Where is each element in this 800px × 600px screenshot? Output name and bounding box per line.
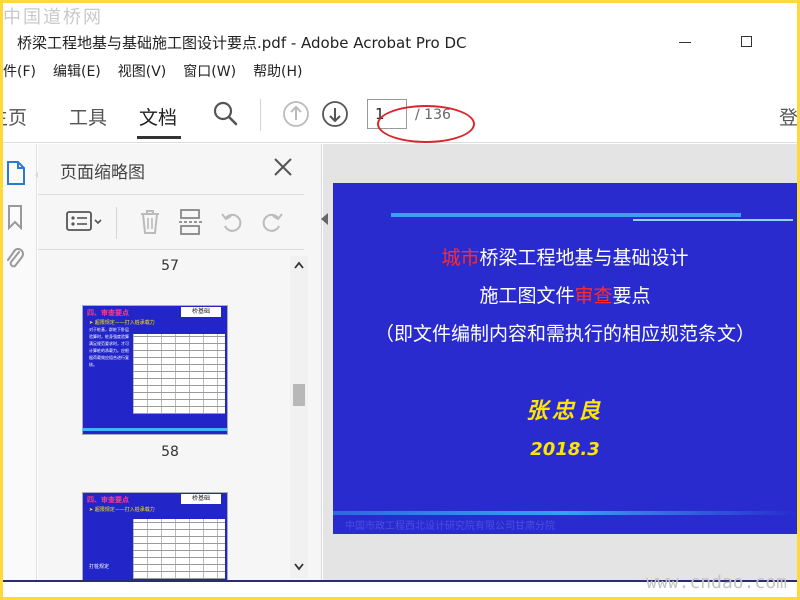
slide-author: 张忠良 bbox=[525, 398, 604, 424]
thumbnail-scrollbar[interactable] bbox=[290, 256, 308, 578]
watermark-bottom-right: www.cndao.com bbox=[646, 572, 787, 593]
thumbnail-table bbox=[133, 519, 225, 579]
previous-page-icon[interactable] bbox=[282, 100, 310, 128]
scroll-thumb[interactable] bbox=[293, 384, 305, 406]
menu-edit[interactable]: 编辑(E) bbox=[53, 61, 101, 85]
menu-bar: 件(F) 编辑(E) 视图(V) 窗口(W) 帮助(H) bbox=[3, 61, 320, 85]
scroll-down-icon[interactable] bbox=[293, 562, 305, 572]
panel-title: 页面缩略图 bbox=[60, 163, 145, 183]
page-thumbnails-panel: 页面缩略图 57 四、审查要点 桥基础 ➤ 超限规定——打入桩承载力 对于桩基，… bbox=[38, 144, 322, 582]
thumbnail-badge: 桥基础 bbox=[181, 307, 221, 317]
slide-title-text: 要点 bbox=[612, 285, 651, 307]
search-icon[interactable] bbox=[211, 99, 239, 127]
menu-file[interactable]: 件(F) bbox=[3, 61, 36, 85]
window-title: 桥梁工程地基与基础施工图设计要点.pdf - Adobe Acrobat Pro… bbox=[17, 34, 467, 52]
maximize-icon[interactable] bbox=[741, 36, 752, 47]
thumbnail-page-59[interactable]: 四、审查要点 桥基础 ➤ 超限规定——打入桩承载力 打桩规定 bbox=[82, 492, 228, 582]
active-tab-indicator bbox=[137, 136, 181, 139]
thumbnail-subtitle: ➤ 超限规定——打入桩承载力 bbox=[89, 320, 155, 326]
scroll-up-icon[interactable] bbox=[293, 260, 305, 270]
thumbnail-badge: 桥基础 bbox=[181, 494, 221, 504]
tab-tools[interactable]: 工具 bbox=[69, 103, 107, 130]
thumbnail-body: 打桩规定 bbox=[89, 564, 110, 570]
thumbnail-subtitle: ➤ 超限规定——打入桩承载力 bbox=[89, 507, 155, 513]
slide-title-line-1: 城市桥梁工程地基与基础设计 bbox=[333, 243, 797, 270]
highlight-ellipse-annotation bbox=[377, 105, 475, 143]
menu-help[interactable]: 帮助(H) bbox=[253, 61, 302, 85]
attachment-icon[interactable] bbox=[5, 246, 25, 272]
thumbnail-toolbar-separator bbox=[116, 207, 117, 239]
menu-view[interactable]: 视图(V) bbox=[118, 61, 167, 85]
slide-page: 城市桥梁工程地基与基础设计 施工图文件审查要点 （即文件编制内容和需执行的相应规… bbox=[333, 183, 797, 534]
slide-title-text: 桥梁工程地基与基础设计 bbox=[479, 247, 689, 269]
slide-title-highlight: 城市 bbox=[441, 247, 480, 269]
close-icon[interactable] bbox=[272, 156, 294, 178]
thumbnail-label: 57 bbox=[161, 258, 179, 274]
slide-title-highlight: 审查 bbox=[574, 285, 613, 307]
rotate-clockwise-icon[interactable] bbox=[260, 210, 284, 234]
slide-decor-line bbox=[633, 219, 793, 221]
thumbnail-page-58[interactable]: 四、审查要点 桥基础 ➤ 超限规定——打入桩承载力 对于桩基，群桩下卧层验算时，… bbox=[82, 305, 228, 435]
toolbar-separator bbox=[260, 99, 261, 131]
thumbnail-table bbox=[133, 334, 225, 414]
page-thumbnails-icon[interactable] bbox=[5, 160, 27, 186]
thumbnail-heading: 四、审查要点 bbox=[87, 496, 129, 504]
extract-page-icon[interactable] bbox=[178, 208, 204, 236]
menu-window[interactable]: 窗口(W) bbox=[183, 61, 236, 85]
app-window: 中国道桥网 桥梁工程地基与基础施工图设计要点.pdf - Adobe Acrob… bbox=[3, 3, 797, 597]
slide-decor-line bbox=[391, 213, 741, 217]
delete-icon[interactable] bbox=[138, 208, 162, 236]
thumbnail-heading: 四、审查要点 bbox=[87, 309, 129, 317]
slide-footer-bar bbox=[333, 511, 797, 515]
login-button[interactable]: 登 bbox=[779, 103, 797, 130]
slide-title-text: 施工图文件 bbox=[479, 285, 575, 307]
minimize-icon[interactable] bbox=[679, 42, 691, 43]
next-page-icon[interactable] bbox=[321, 100, 349, 128]
thumbnail-label: 58 bbox=[161, 444, 179, 460]
bookmark-icon[interactable] bbox=[5, 204, 25, 230]
watermark-top-left: 中国道桥网 bbox=[3, 7, 103, 28]
thumbnail-toolbar bbox=[38, 194, 304, 250]
options-menu-icon[interactable] bbox=[66, 211, 104, 233]
thumbnail-bar bbox=[83, 428, 227, 431]
tab-home[interactable]: 主页 bbox=[3, 103, 27, 130]
navigation-rail bbox=[3, 144, 42, 580]
title-bar: 桥梁工程地基与基础施工图设计要点.pdf - Adobe Acrobat Pro… bbox=[3, 27, 797, 59]
rotate-counterclockwise-icon[interactable] bbox=[220, 210, 244, 234]
tab-document[interactable]: 文档 bbox=[139, 103, 177, 130]
collapse-panel-icon[interactable] bbox=[321, 213, 328, 225]
slide-title-line-2: 施工图文件审查要点 bbox=[333, 281, 797, 308]
slide-footer-text: 中国市政工程西北设计研究院有限公司甘肃分院 bbox=[345, 521, 555, 532]
thumbnail-body: 对于桩基，群桩下卧层验算时，桩身强度验算满足规范要求时，才可计算桩的承载力。应根… bbox=[89, 327, 129, 367]
slide-subtitle: （即文件编制内容和需执行的相应规范条文） bbox=[374, 323, 755, 345]
slide-date: 2018.3 bbox=[530, 439, 600, 460]
